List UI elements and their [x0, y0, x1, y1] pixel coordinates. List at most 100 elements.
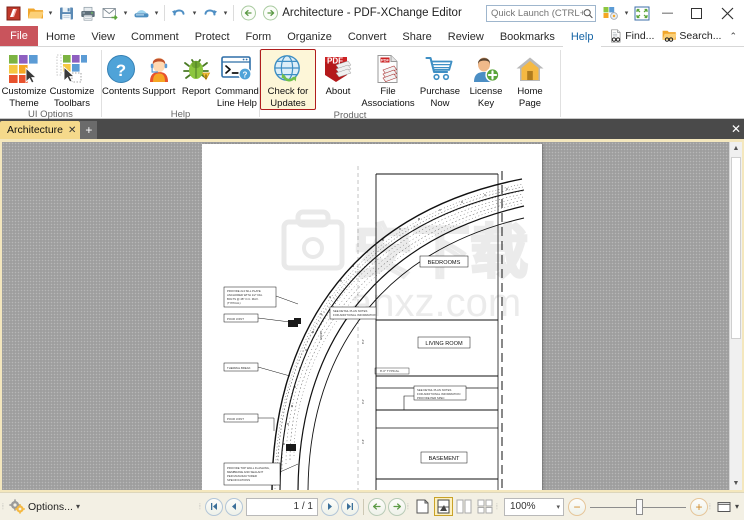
- collapse-ribbon-icon[interactable]: ⌃: [725, 31, 741, 42]
- document-viewport: 安 下 载 anxz.com BEDROOMS LIVING ROOM BASE…: [0, 139, 744, 492]
- svg-text:4'-6": 4'-6": [361, 439, 365, 444]
- email-dropdown-caret[interactable]: ▾: [121, 2, 130, 24]
- ribbon-item-label: Customize: [49, 86, 95, 97]
- svg-text:(TYPICAL): (TYPICAL): [227, 301, 241, 305]
- redo-icon[interactable]: [199, 2, 221, 24]
- fit-dropdown-caret-icon[interactable]: ▾: [735, 502, 742, 511]
- ribbon-item-customize-theme[interactable]: Customize Theme: [0, 49, 48, 109]
- scroll-down-arrow-icon[interactable]: ▼: [730, 477, 742, 490]
- fullscreen-icon[interactable]: [631, 2, 653, 24]
- undo-dropdown-caret[interactable]: ▾: [190, 2, 199, 24]
- tab-protect[interactable]: Protect: [187, 26, 238, 47]
- find-button[interactable]: Find...: [605, 29, 658, 43]
- tab-form[interactable]: Form: [238, 26, 280, 47]
- zoom-slider-knob[interactable]: [635, 498, 643, 515]
- ribbon-item-license-key[interactable]: License Key: [464, 49, 508, 109]
- new-tab-button[interactable]: +: [80, 121, 98, 139]
- tab-review[interactable]: Review: [440, 26, 492, 47]
- plugins-dropdown-caret[interactable]: ▾: [622, 2, 631, 24]
- two-page-icon: [456, 499, 472, 514]
- zoom-out-button[interactable]: −: [567, 497, 586, 516]
- email-icon[interactable]: [99, 2, 121, 24]
- back-icon[interactable]: [237, 2, 259, 24]
- vertical-scroll-thumb[interactable]: [731, 157, 741, 339]
- tab-convert[interactable]: Convert: [340, 26, 395, 47]
- status-grip-views[interactable]: ⦙: [407, 499, 412, 515]
- previous-view-button[interactable]: [367, 497, 386, 516]
- zoom-level-combobox[interactable]: 100% ▾: [503, 497, 564, 516]
- quick-launch-input[interactable]: [491, 7, 583, 19]
- status-grip-nav[interactable]: ⦙: [199, 499, 204, 515]
- ribbon-item-report[interactable]: Report: [177, 49, 214, 98]
- two-page-view-button[interactable]: [455, 497, 474, 516]
- continuous-icon: [437, 499, 450, 514]
- undo-icon[interactable]: [168, 2, 190, 24]
- last-page-button[interactable]: [340, 497, 359, 516]
- ribbon-item-command-line-help[interactable]: ? Command Line Help: [215, 49, 259, 109]
- redo-dropdown-caret[interactable]: ▾: [221, 2, 230, 24]
- svg-text:9'-0": 9'-0": [361, 399, 365, 404]
- continuous-view-button[interactable]: [433, 497, 453, 516]
- ribbon-item-purchase-now[interactable]: Purchase Now: [416, 49, 464, 109]
- options-button[interactable]: Options... ▾: [7, 499, 80, 514]
- tab-home[interactable]: Home: [38, 26, 83, 47]
- tab-comment[interactable]: Comment: [123, 26, 187, 47]
- plugins-icon[interactable]: [600, 2, 622, 24]
- options-caret-icon[interactable]: ▾: [76, 502, 80, 511]
- status-grip-zoom[interactable]: ⦙: [496, 499, 501, 515]
- ribbon-item-contents[interactable]: ? Contents: [102, 49, 140, 98]
- zoom-slider[interactable]: [589, 498, 686, 516]
- svg-text:安: 安: [354, 220, 412, 285]
- maximize-button[interactable]: [682, 0, 711, 26]
- vertical-scroll-track[interactable]: [730, 155, 742, 477]
- first-page-button[interactable]: [204, 497, 223, 516]
- ribbon-item-label: Customize: [1, 86, 47, 97]
- ribbon-item-support[interactable]: Support: [140, 49, 177, 98]
- tab-file[interactable]: File: [0, 26, 38, 46]
- scroll-up-arrow-icon[interactable]: ▲: [730, 142, 742, 155]
- next-view-button[interactable]: [387, 497, 406, 516]
- minimize-button[interactable]: —: [653, 0, 682, 26]
- forward-icon[interactable]: [259, 2, 281, 24]
- tab-view[interactable]: View: [83, 26, 123, 47]
- scan-icon[interactable]: [130, 2, 152, 24]
- tab-organize[interactable]: Organize: [279, 26, 340, 47]
- ribbon-item-about[interactable]: PDF About: [316, 49, 360, 98]
- ribbon-item-home-page[interactable]: Home Page: [508, 49, 552, 109]
- zoom-in-button[interactable]: +: [689, 497, 708, 516]
- ribbon-item-file-associations[interactable]: PDF File Associations: [360, 49, 416, 109]
- page-number-box[interactable]: 1 / 1: [245, 497, 318, 516]
- four-page-view-button[interactable]: [476, 497, 495, 516]
- vertical-scrollbar[interactable]: ▲ ▼: [729, 142, 742, 490]
- next-page-button[interactable]: [320, 497, 339, 516]
- pdf-page[interactable]: 安 下 载 anxz.com BEDROOMS LIVING ROOM BASE…: [202, 144, 542, 490]
- save-icon[interactable]: [55, 2, 77, 24]
- tab-share[interactable]: Share: [394, 26, 439, 47]
- single-page-view-button[interactable]: [413, 497, 432, 516]
- scan-dropdown-caret[interactable]: ▾: [152, 2, 161, 24]
- quick-launch-box[interactable]: [486, 4, 596, 22]
- close-all-tabs-icon[interactable]: ✕: [728, 119, 744, 139]
- app-logo-icon[interactable]: [2, 2, 24, 24]
- title-bar: ▾ ▾ ▾ ▾ ▾ Architecture - PDF-XChange Edi…: [0, 0, 744, 26]
- ribbon-item-check-for-updates[interactable]: Check for Updates: [260, 49, 316, 110]
- close-button[interactable]: [711, 0, 744, 26]
- status-grip-fit[interactable]: ⦙: [709, 499, 714, 515]
- tab-bookmarks[interactable]: Bookmarks: [492, 26, 563, 47]
- fit-page-button[interactable]: [715, 497, 734, 516]
- open-file-dropdown-caret[interactable]: ▾: [46, 2, 55, 24]
- document-tab-architecture[interactable]: Architecture ✕: [0, 121, 81, 139]
- zoom-dropdown-caret-icon[interactable]: ▾: [556, 503, 560, 511]
- svg-text:?: ?: [116, 61, 126, 80]
- zoom-level-value: 100%: [509, 501, 536, 512]
- open-file-icon[interactable]: [24, 2, 46, 24]
- print-icon[interactable]: [77, 2, 99, 24]
- room-label-living-room: LIVING ROOM: [425, 341, 463, 347]
- document-tab-close-icon[interactable]: ✕: [68, 125, 76, 136]
- ribbon-item-customize-toolbars[interactable]: Customize Toolbars: [48, 49, 96, 109]
- previous-page-button[interactable]: [224, 497, 243, 516]
- svg-text:PDF: PDF: [381, 58, 390, 63]
- search-button[interactable]: Search...: [658, 29, 725, 43]
- tab-help[interactable]: Help: [562, 26, 602, 48]
- ribbon-tab-strip: File Home View Comment Protect Form Orga…: [0, 26, 744, 48]
